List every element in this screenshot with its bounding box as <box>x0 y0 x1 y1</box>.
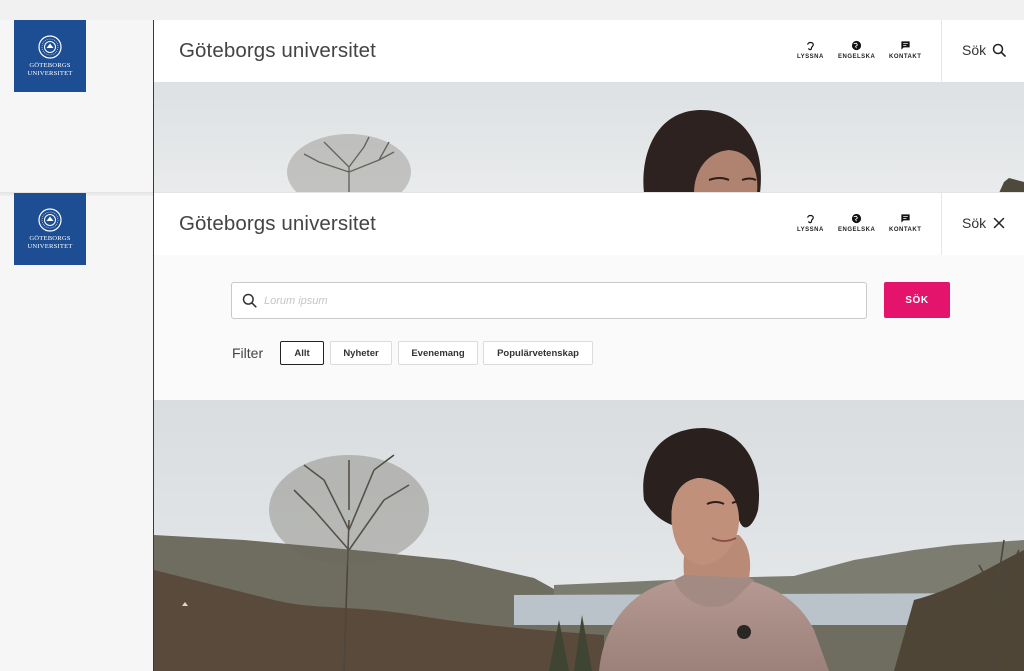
search-submit-button[interactable]: SÖK <box>884 282 950 318</box>
hero-image <box>154 400 1024 671</box>
top-strip <box>0 0 1024 20</box>
site-title[interactable]: Göteborgs universitet <box>179 212 376 236</box>
header-divider <box>941 193 942 255</box>
university-logo[interactable]: GÖTEBORGS UNIVERSITET <box>14 20 86 92</box>
search-toggle-button[interactable]: Sök <box>962 42 1006 58</box>
close-icon <box>993 217 1005 229</box>
logo-line-1: GÖTEBORGS <box>29 235 71 242</box>
contact-button[interactable]: KONTAKT <box>889 40 921 60</box>
globe-icon <box>852 213 862 224</box>
ear-icon <box>807 41 814 51</box>
contact-label: KONTAKT <box>889 54 922 60</box>
university-seal-icon <box>38 208 62 232</box>
search-toggle-label: Sök <box>962 215 987 231</box>
ear-icon <box>807 214 814 224</box>
filter-chip-evenemang[interactable]: Evenemang <box>398 341 478 365</box>
globe-icon <box>852 40 862 51</box>
contact-button[interactable]: KONTAKT <box>889 213 921 233</box>
search-box[interactable] <box>231 282 867 319</box>
english-label: ENGELSKA <box>838 227 876 233</box>
site-header-search-open: Göteborgs universitet LYSSNA ENGELSKA KO… <box>154 193 1024 255</box>
search-close-button[interactable]: Sök <box>962 215 1006 231</box>
filter-label: Filter <box>232 345 264 361</box>
logo-line-1: GÖTEBORGS <box>29 62 71 69</box>
filter-chip-nyheter[interactable]: Nyheter <box>330 341 392 365</box>
english-button[interactable]: ENGELSKA <box>838 213 875 233</box>
site-header: Göteborgs universitet LYSSNA ENGELSKA KO… <box>154 20 1024 82</box>
filter-chip-popularvetenskap[interactable]: Populärvetenskap <box>483 341 593 365</box>
university-seal-icon <box>38 35 62 59</box>
logo-line-2: UNIVERSITET <box>27 70 73 77</box>
left-sidebar <box>0 0 153 671</box>
chat-bubble-icon <box>901 41 910 50</box>
listen-label: LYSSNA <box>797 54 824 60</box>
filter-chip-allt[interactable]: Allt <box>280 341 324 365</box>
content-left-border <box>153 20 154 671</box>
listen-button[interactable]: LYSSNA <box>797 213 824 233</box>
chat-bubble-icon <box>901 214 910 223</box>
site-title[interactable]: Göteborgs universitet <box>179 39 376 63</box>
english-label: ENGELSKA <box>838 54 876 60</box>
university-logo-2[interactable]: GÖTEBORGS UNIVERSITET <box>14 193 86 265</box>
english-button[interactable]: ENGELSKA <box>838 40 875 60</box>
search-icon <box>242 293 257 308</box>
logo-line-2: UNIVERSITET <box>27 243 73 250</box>
header-divider <box>941 20 942 82</box>
search-toggle-label: Sök <box>962 42 987 58</box>
hero-image-top <box>154 82 1024 193</box>
contact-label: KONTAKT <box>889 227 922 233</box>
search-icon <box>992 43 1006 57</box>
listen-label: LYSSNA <box>797 227 824 233</box>
search-input[interactable] <box>264 294 854 307</box>
search-panel: SÖK Filter Allt Nyheter Evenemang Populä… <box>154 255 1024 400</box>
listen-button[interactable]: LYSSNA <box>797 40 824 60</box>
